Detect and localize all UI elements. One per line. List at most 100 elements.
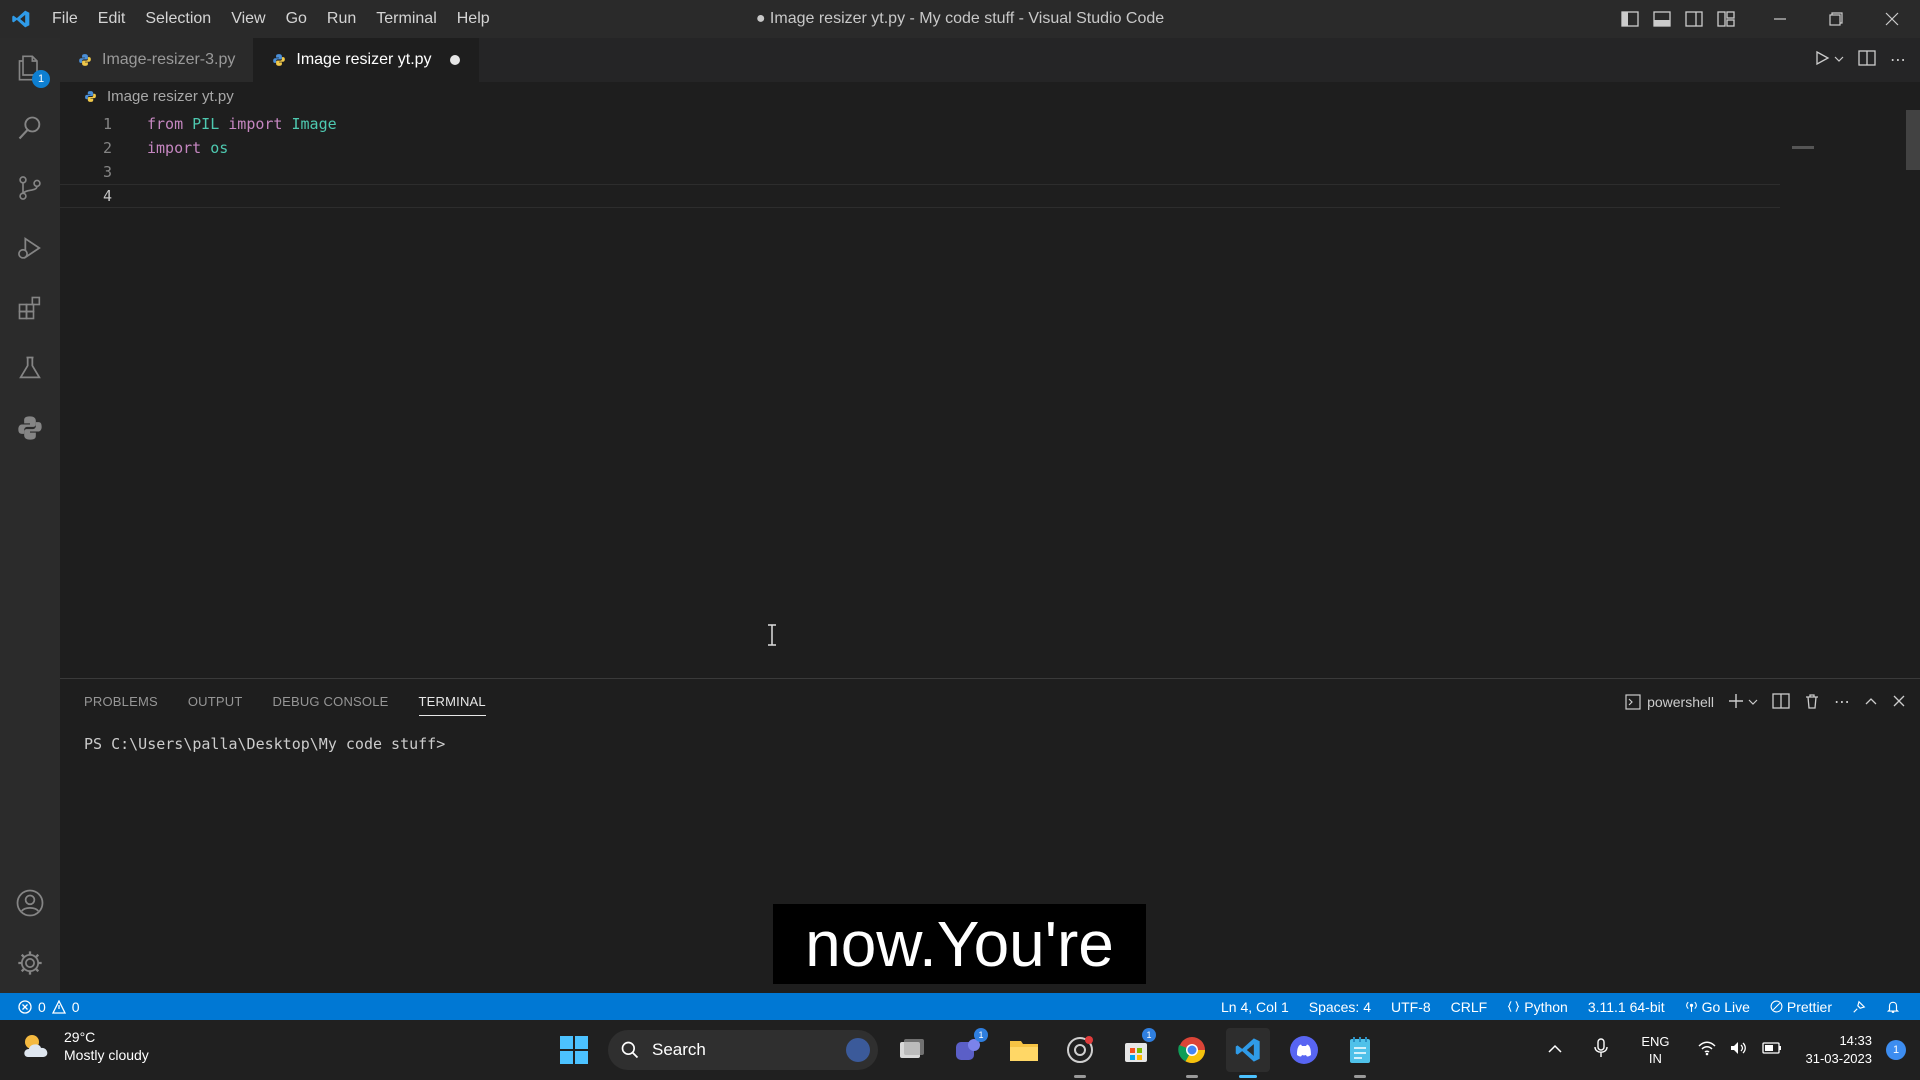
microsoft-store-icon[interactable]: 1 xyxy=(1114,1028,1158,1072)
menu-edit[interactable]: Edit xyxy=(88,0,136,38)
tab-debug-console[interactable]: DEBUG CONSOLE xyxy=(273,679,389,725)
warning-icon xyxy=(51,999,66,1014)
tab-image-resizer-yt[interactable]: Image resizer yt.py xyxy=(254,38,479,82)
account-icon[interactable] xyxy=(0,873,60,933)
close-window-icon[interactable] xyxy=(1864,0,1920,38)
tab-problems[interactable]: PROBLEMS xyxy=(84,679,158,725)
source-control-icon[interactable] xyxy=(0,158,60,218)
problems-status[interactable]: 0 0 xyxy=(0,999,80,1015)
activity-bar: 1 xyxy=(0,38,60,993)
tab-image-resizer-3[interactable]: Image-resizer-3.py xyxy=(60,38,255,82)
code-editor[interactable]: 1 from PIL import Image 2 import os 3 4 xyxy=(60,110,1920,208)
unsaved-dot-icon[interactable] xyxy=(449,55,460,65)
file-explorer-icon[interactable] xyxy=(1002,1028,1046,1072)
kill-terminal-trash-icon[interactable] xyxy=(1804,693,1820,712)
code-line[interactable]: 1 from PIL import Image xyxy=(60,112,1920,136)
discord-icon[interactable] xyxy=(1282,1028,1326,1072)
code-line[interactable]: 3 xyxy=(60,160,1920,184)
breadcrumb[interactable]: Image resizer yt.py xyxy=(60,82,1920,110)
editor-area: Image-resizer-3.py Image resizer yt.py ⋯… xyxy=(60,38,1920,678)
python-icon[interactable] xyxy=(0,398,60,458)
menu-help[interactable]: Help xyxy=(447,0,500,38)
editor-scrollbar[interactable] xyxy=(1906,110,1920,170)
toggle-primary-sidebar-icon[interactable] xyxy=(1614,0,1646,38)
input-language[interactable]: ENG IN xyxy=(1641,1033,1669,1067)
settings-gear-icon[interactable] xyxy=(0,933,60,993)
terminal-output[interactable]: PS C:\Users\palla\Desktop\My code stuff> xyxy=(60,725,1920,753)
time: 14:33 xyxy=(1839,1033,1872,1048)
running-indicator xyxy=(1074,1075,1086,1078)
language-mode[interactable]: Python xyxy=(1497,999,1578,1015)
code-line[interactable]: 4 xyxy=(60,184,1780,208)
keyword-token: from xyxy=(147,115,184,133)
volume-icon[interactable] xyxy=(1730,1040,1748,1061)
clock[interactable]: 14:33 31-03-2023 xyxy=(1806,1032,1873,1068)
language-label: Python xyxy=(1524,998,1568,1015)
weather-widget[interactable]: 29°C Mostly cloudy xyxy=(20,1028,149,1064)
menu-file[interactable]: File xyxy=(42,0,88,38)
minimize-icon[interactable] xyxy=(1752,0,1808,38)
testing-flask-icon[interactable] xyxy=(0,338,60,398)
vscode-taskbar-icon[interactable] xyxy=(1226,1028,1270,1078)
notification-count-badge[interactable]: 1 xyxy=(1886,1040,1906,1060)
tab-output[interactable]: OUTPUT xyxy=(188,679,243,725)
task-view-icon[interactable] xyxy=(890,1028,934,1072)
wifi-icon[interactable] xyxy=(1697,1040,1716,1061)
file-encoding[interactable]: UTF-8 xyxy=(1381,999,1441,1015)
menu-selection[interactable]: Selection xyxy=(135,0,221,38)
line-content: from PIL import Image xyxy=(112,115,337,133)
code-line[interactable]: 2 import os xyxy=(60,136,1920,160)
chevron-down-icon[interactable] xyxy=(1748,694,1758,710)
status-bar: 0 0 Ln 4, Col 1 Spaces: 4 UTF-8 CRLF Pyt… xyxy=(0,993,1920,1020)
split-editor-icon[interactable] xyxy=(1858,49,1876,71)
battery-icon[interactable] xyxy=(1761,1041,1782,1059)
teams-chat-icon[interactable]: 1 xyxy=(946,1028,990,1072)
taskbar-search[interactable]: Search xyxy=(608,1030,878,1070)
run-debug-icon[interactable] xyxy=(0,218,60,278)
end-of-line[interactable]: CRLF xyxy=(1441,999,1498,1015)
windows-taskbar: 29°C Mostly cloudy Search 1 1 ENG IN 14:… xyxy=(0,1020,1920,1080)
notepad-icon[interactable] xyxy=(1338,1028,1382,1078)
menu-run[interactable]: Run xyxy=(317,0,366,38)
feedback-icon[interactable] xyxy=(1842,1000,1876,1014)
more-actions-icon[interactable]: ⋯ xyxy=(1890,50,1906,70)
go-live-button[interactable]: Go Live xyxy=(1675,999,1760,1015)
python-file-icon xyxy=(79,54,91,66)
minimap[interactable] xyxy=(1792,146,1814,149)
toggle-panel-icon[interactable] xyxy=(1646,0,1678,38)
notifications-bell-icon[interactable] xyxy=(1876,1000,1910,1014)
restore-icon[interactable] xyxy=(1808,0,1864,38)
chrome-icon[interactable] xyxy=(1170,1028,1214,1078)
chevron-down-icon[interactable] xyxy=(1834,51,1844,69)
close-panel-icon[interactable] xyxy=(1892,694,1906,711)
explorer-icon[interactable]: 1 xyxy=(0,38,60,98)
python-interpreter[interactable]: 3.11.1 64-bit xyxy=(1578,999,1675,1015)
run-python-file-icon[interactable] xyxy=(1814,50,1830,71)
search-icon[interactable] xyxy=(0,98,60,158)
maximize-panel-chevron-up-icon[interactable] xyxy=(1864,694,1878,711)
line-number: 4 xyxy=(102,187,112,205)
microphone-icon[interactable] xyxy=(1593,1037,1609,1063)
extensions-icon[interactable] xyxy=(0,278,60,338)
menu-go[interactable]: Go xyxy=(276,0,317,38)
breadcrumb-file: Image resizer yt.py xyxy=(107,87,234,105)
indentation[interactable]: Spaces: 4 xyxy=(1299,999,1381,1015)
tab-terminal[interactable]: TERMINAL xyxy=(418,688,486,716)
chrome-alt-icon[interactable] xyxy=(1058,1028,1102,1078)
toggle-secondary-sidebar-icon[interactable] xyxy=(1678,0,1710,38)
bing-icon[interactable] xyxy=(846,1038,870,1062)
date: 31-03-2023 xyxy=(1805,1051,1873,1066)
menu-view[interactable]: View xyxy=(221,0,275,38)
teams-badge: 1 xyxy=(974,1028,988,1042)
menu-terminal[interactable]: Terminal xyxy=(366,0,446,38)
terminal-shell-selector[interactable]: powershell xyxy=(1625,694,1714,710)
new-terminal-icon[interactable] xyxy=(1728,693,1744,712)
show-hidden-icons-chevron-icon[interactable] xyxy=(1547,1041,1563,1059)
prettier-status[interactable]: Prettier xyxy=(1760,999,1842,1015)
double-check-icon xyxy=(1770,1000,1783,1013)
cursor-position[interactable]: Ln 4, Col 1 xyxy=(1211,999,1299,1015)
customize-layout-icon[interactable] xyxy=(1710,0,1742,38)
more-actions-icon[interactable]: ⋯ xyxy=(1834,692,1850,712)
windows-start-icon[interactable] xyxy=(552,1028,596,1072)
split-terminal-icon[interactable] xyxy=(1772,692,1790,712)
